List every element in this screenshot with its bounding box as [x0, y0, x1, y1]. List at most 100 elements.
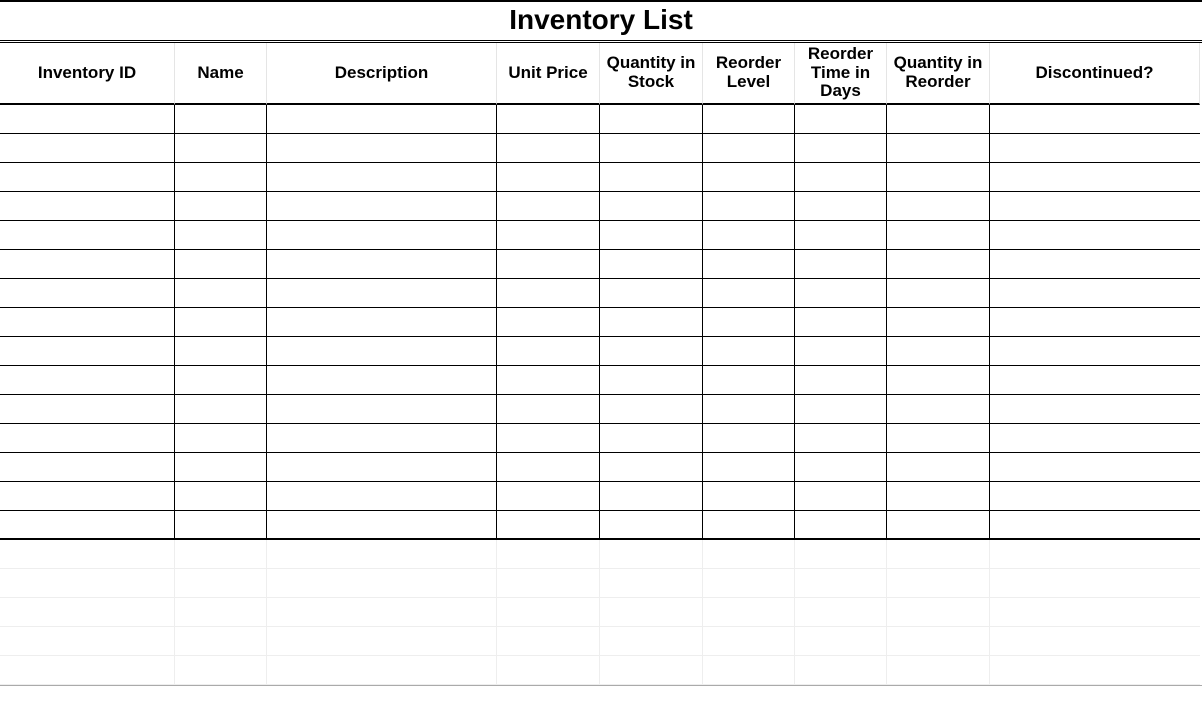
ghost-cell[interactable] — [887, 598, 990, 627]
table-cell[interactable] — [990, 221, 1200, 250]
ghost-cell[interactable] — [0, 569, 175, 598]
table-cell[interactable] — [703, 105, 795, 134]
ghost-cell[interactable] — [600, 569, 703, 598]
table-cell[interactable] — [887, 221, 990, 250]
table-cell[interactable] — [497, 105, 600, 134]
table-cell[interactable] — [990, 482, 1200, 511]
table-cell[interactable] — [990, 163, 1200, 192]
table-cell[interactable] — [175, 279, 267, 308]
table-cell[interactable] — [703, 163, 795, 192]
table-cell[interactable] — [497, 366, 600, 395]
table-cell[interactable] — [887, 134, 990, 163]
table-cell[interactable] — [990, 192, 1200, 221]
table-cell[interactable] — [703, 308, 795, 337]
ghost-cell[interactable] — [795, 598, 887, 627]
ghost-cell[interactable] — [887, 656, 990, 685]
table-cell[interactable] — [795, 366, 887, 395]
ghost-cell[interactable] — [175, 540, 267, 569]
ghost-cell[interactable] — [0, 627, 175, 656]
table-cell[interactable] — [795, 279, 887, 308]
table-cell[interactable] — [0, 221, 175, 250]
ghost-cell[interactable] — [175, 656, 267, 685]
table-cell[interactable] — [600, 134, 703, 163]
table-cell[interactable] — [0, 134, 175, 163]
table-cell[interactable] — [795, 105, 887, 134]
table-cell[interactable] — [990, 250, 1200, 279]
table-cell[interactable] — [497, 453, 600, 482]
ghost-cell[interactable] — [0, 656, 175, 685]
table-cell[interactable] — [887, 279, 990, 308]
table-cell[interactable] — [600, 424, 703, 453]
table-cell[interactable] — [0, 308, 175, 337]
table-cell[interactable] — [887, 395, 990, 424]
table-cell[interactable] — [267, 511, 497, 540]
table-cell[interactable] — [175, 105, 267, 134]
table-cell[interactable] — [990, 279, 1200, 308]
table-cell[interactable] — [0, 366, 175, 395]
ghost-cell[interactable] — [887, 569, 990, 598]
ghost-cell[interactable] — [497, 656, 600, 685]
table-cell[interactable] — [0, 395, 175, 424]
ghost-cell[interactable] — [267, 656, 497, 685]
table-cell[interactable] — [175, 221, 267, 250]
table-cell[interactable] — [600, 250, 703, 279]
ghost-cell[interactable] — [0, 598, 175, 627]
table-cell[interactable] — [600, 453, 703, 482]
table-cell[interactable] — [990, 105, 1200, 134]
table-cell[interactable] — [175, 134, 267, 163]
table-cell[interactable] — [703, 482, 795, 511]
table-cell[interactable] — [990, 424, 1200, 453]
ghost-cell[interactable] — [990, 627, 1200, 656]
ghost-cell[interactable] — [175, 569, 267, 598]
table-cell[interactable] — [887, 366, 990, 395]
ghost-cell[interactable] — [703, 569, 795, 598]
table-cell[interactable] — [703, 192, 795, 221]
table-cell[interactable] — [175, 163, 267, 192]
table-cell[interactable] — [887, 308, 990, 337]
table-cell[interactable] — [267, 308, 497, 337]
table-cell[interactable] — [497, 163, 600, 192]
table-cell[interactable] — [795, 482, 887, 511]
table-cell[interactable] — [795, 250, 887, 279]
table-cell[interactable] — [497, 337, 600, 366]
ghost-cell[interactable] — [990, 656, 1200, 685]
table-cell[interactable] — [703, 366, 795, 395]
table-cell[interactable] — [497, 279, 600, 308]
table-cell[interactable] — [990, 453, 1200, 482]
table-cell[interactable] — [600, 221, 703, 250]
table-cell[interactable] — [600, 163, 703, 192]
table-cell[interactable] — [887, 511, 990, 540]
ghost-cell[interactable] — [600, 540, 703, 569]
table-cell[interactable] — [990, 308, 1200, 337]
ghost-cell[interactable] — [497, 540, 600, 569]
ghost-cell[interactable] — [267, 598, 497, 627]
table-cell[interactable] — [887, 163, 990, 192]
ghost-cell[interactable] — [703, 598, 795, 627]
table-cell[interactable] — [175, 395, 267, 424]
table-cell[interactable] — [703, 221, 795, 250]
table-cell[interactable] — [795, 424, 887, 453]
table-cell[interactable] — [795, 163, 887, 192]
table-cell[interactable] — [600, 192, 703, 221]
table-cell[interactable] — [0, 511, 175, 540]
table-cell[interactable] — [600, 279, 703, 308]
ghost-cell[interactable] — [600, 627, 703, 656]
table-cell[interactable] — [497, 134, 600, 163]
table-cell[interactable] — [497, 395, 600, 424]
table-cell[interactable] — [0, 279, 175, 308]
table-cell[interactable] — [600, 395, 703, 424]
table-cell[interactable] — [497, 424, 600, 453]
table-cell[interactable] — [267, 163, 497, 192]
table-cell[interactable] — [175, 308, 267, 337]
table-cell[interactable] — [175, 366, 267, 395]
table-cell[interactable] — [795, 511, 887, 540]
table-cell[interactable] — [990, 337, 1200, 366]
table-cell[interactable] — [0, 163, 175, 192]
table-cell[interactable] — [267, 192, 497, 221]
table-cell[interactable] — [0, 250, 175, 279]
ghost-cell[interactable] — [267, 627, 497, 656]
table-cell[interactable] — [267, 279, 497, 308]
table-cell[interactable] — [267, 453, 497, 482]
ghost-cell[interactable] — [497, 598, 600, 627]
ghost-cell[interactable] — [703, 627, 795, 656]
